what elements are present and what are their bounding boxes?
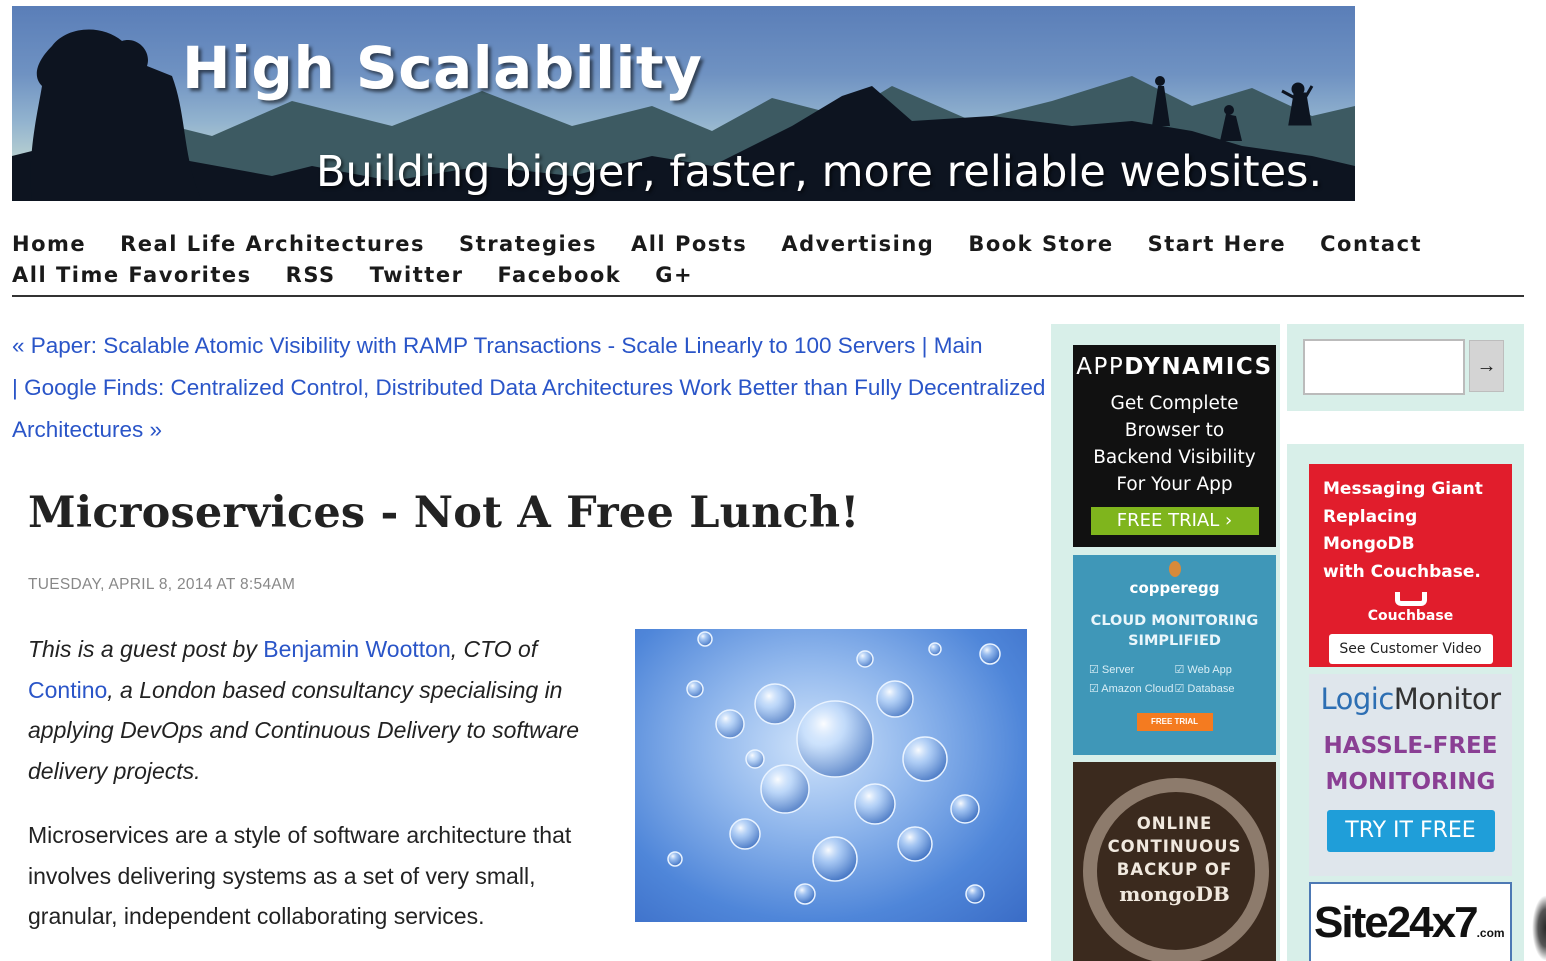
nav-link-twitter[interactable]: Twitter [370, 263, 464, 287]
ad-logicmonitor[interactable]: LogicMonitor HASSLE-FREE MONITORING TRY … [1309, 674, 1512, 876]
search-submit-button[interactable]: → [1469, 340, 1504, 392]
arrow-right-icon: → [1476, 354, 1497, 377]
main-link[interactable]: Main [934, 333, 983, 358]
author-link[interactable]: Benjamin Wootton [263, 636, 451, 662]
logicmonitor-try-free-button[interactable]: TRY IT FREE [1326, 810, 1495, 852]
couchbase-headline: Messaging Giant Replacing MongoDB with C… [1323, 479, 1483, 582]
company-link[interactable]: Contino [28, 677, 107, 703]
scrollbar-edge [1532, 895, 1546, 961]
post-date: TUESDAY, APRIL 8, 2014 AT 8:54AM [28, 576, 296, 593]
post-paragraph: Microservices are a style of software ar… [28, 822, 572, 929]
nav-link-start-here[interactable]: Start Here [1148, 232, 1286, 256]
nav-link-home[interactable]: Home [12, 232, 86, 256]
copperegg-free-trial-button[interactable]: FREE TRIAL [1136, 713, 1213, 731]
post-intro: This is a guest post by Benjamin Wootton… [28, 629, 628, 791]
copperegg-features: ☑ Server ☑ Web App ☑ Amazon Cloud ☑ Data… [1089, 664, 1235, 695]
previous-post-link[interactable]: « Paper: Scalable Atomic Visibility with… [12, 333, 915, 358]
ad-copperegg[interactable]: copperegg CLOUD MONITORING SIMPLIFIED ☑ … [1073, 555, 1276, 755]
nav-link-book-store[interactable]: Book Store [968, 232, 1113, 256]
site24x7-logo: Site24x7.com [1314, 898, 1505, 947]
nav-link-real-life-architectures[interactable]: Real Life Architectures [120, 232, 425, 256]
couchbase-video-button[interactable]: See Customer Video [1328, 634, 1493, 664]
site-tagline: Building bigger, faster, more reliable w… [316, 147, 1323, 197]
post-navigation: « Paper: Scalable Atomic Visibility with… [12, 325, 1052, 451]
logicmonitor-logo: LogicMonitor [1320, 682, 1501, 716]
nav-link-contact[interactable]: Contact [1320, 232, 1422, 256]
nav-link-advertising[interactable]: Advertising [781, 232, 934, 256]
site-title[interactable]: High Scalability [182, 34, 702, 102]
nav-link-google-plus[interactable]: G+ [655, 263, 693, 287]
intro-text: , a London based consultancy specialisin… [28, 676, 580, 784]
intro-text: , CTO of [450, 636, 538, 662]
next-post-link[interactable]: Google Finds: Centralized Control, Distr… [12, 375, 1045, 442]
intro-text: This is a guest post by [28, 636, 264, 662]
appdynamics-copy: Get Complete Browser to Backend Visibili… [1093, 393, 1256, 495]
mongo-backup-copy: ONLINE CONTINUOUS BACKUP OF [1107, 814, 1242, 879]
couchbase-brand: Couchbase [1367, 608, 1454, 624]
couchbase-logo-icon [1394, 592, 1427, 606]
site-banner[interactable]: High Scalability Building bigger, faster… [12, 6, 1355, 201]
nav-link-all-posts[interactable]: All Posts [631, 232, 747, 256]
nav-link-strategies[interactable]: Strategies [459, 232, 597, 256]
nav-link-facebook[interactable]: Facebook [497, 263, 621, 287]
bubbles-image [635, 629, 1027, 922]
appdynamics-logo: APPDYNAMICS [1076, 354, 1273, 380]
copperegg-headline: CLOUD MONITORING SIMPLIFIED [1090, 613, 1259, 649]
main-nav: Home Real Life Architectures Strategies … [12, 228, 1524, 290]
appdynamics-free-trial-button[interactable]: FREE TRIAL › [1090, 507, 1259, 535]
search-input[interactable] [1303, 339, 1465, 395]
copperegg-logo: copperegg [1129, 579, 1220, 597]
bubbles-illustration [667, 631, 1001, 905]
logicmonitor-headline: HASSLE-FREE MONITORING [1323, 733, 1498, 795]
copperegg-egg-icon [1168, 561, 1181, 577]
nav-row-1: Home Real Life Architectures Strategies … [12, 228, 1524, 259]
ad-couchbase[interactable]: Messaging Giant Replacing MongoDB with C… [1309, 464, 1512, 667]
mongodb-logo: mongoDB [1119, 882, 1230, 906]
nav-divider [12, 295, 1524, 297]
ad-site24x7[interactable]: Site24x7.com [1309, 882, 1512, 961]
postnav-separator: | [921, 333, 928, 358]
post-title[interactable]: Microservices - Not A Free Lunch! [28, 488, 859, 538]
ad-mongodb-backup[interactable]: ONLINE CONTINUOUS BACKUP OF mongoDB [1073, 762, 1276, 961]
nav-row-2: All Time Favorites RSS Twitter Facebook … [12, 259, 1524, 290]
nav-link-rss[interactable]: RSS [286, 263, 336, 287]
nav-link-all-time-favorites[interactable]: All Time Favorites [12, 263, 252, 287]
postnav-separator: | [12, 375, 18, 400]
ad-appdynamics[interactable]: APPDYNAMICS Get Complete Browser to Back… [1073, 345, 1276, 547]
post-body: This is a guest post by Benjamin Wootton… [28, 629, 628, 961]
